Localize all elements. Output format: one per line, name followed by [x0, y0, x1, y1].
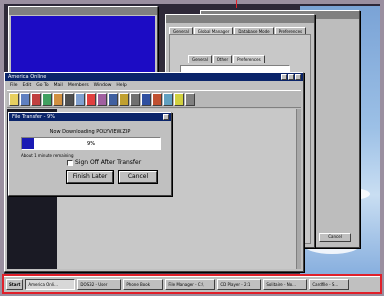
signoff-checkbox[interactable] [67, 159, 73, 166]
preferences-window-titlebar[interactable] [166, 15, 314, 23]
favorites-icon[interactable] [119, 93, 129, 106]
menu-edit[interactable]: Edit [23, 82, 32, 89]
transfer-status: Now Downloading POLYVIEW.ZIP [49, 129, 131, 135]
subtab-preferences[interactable]: Preferences [233, 55, 265, 63]
menu-bar: File Edit Go To Mail Members Window Help [7, 82, 301, 89]
keyword-icon[interactable] [64, 93, 74, 106]
taskbar: Start America Onli... DOS32 - User Phone… [2, 274, 382, 294]
minimize-button[interactable] [281, 74, 287, 80]
time-remaining: About 1 minute remaining [21, 153, 74, 158]
maximize-button[interactable] [288, 74, 294, 80]
taskbar-item[interactable]: DOS32 - User [77, 279, 122, 290]
taskbar-item[interactable]: Cardfile - S... [309, 279, 350, 290]
people-icon[interactable] [42, 93, 52, 106]
directory-icon[interactable] [75, 93, 85, 106]
exit-icon[interactable] [185, 93, 195, 106]
transfer-progress-bar: 9% [21, 137, 161, 150]
chat-icon[interactable] [53, 93, 63, 106]
menu-goto[interactable]: Go To [36, 82, 48, 89]
close-button[interactable] [163, 114, 169, 120]
save-icon[interactable] [141, 93, 151, 106]
help-icon[interactable] [174, 93, 184, 106]
finish-later-button[interactable]: Finish Later [67, 171, 113, 183]
toolbar [7, 90, 301, 108]
aol-scrollbar[interactable] [296, 109, 301, 269]
menu-window[interactable]: Window [94, 82, 112, 89]
print-icon[interactable] [130, 93, 140, 106]
progress-percent: 9% [87, 141, 95, 147]
cancel-button[interactable]: Cancel [119, 171, 157, 183]
compose-mail-icon[interactable] [20, 93, 30, 106]
preferences-subtabs: General Other Preferences [188, 55, 265, 63]
annotation-marker [236, 0, 237, 8]
file-transfer-dialog: File Transfer - 9% Now Downloading POLYV… [8, 112, 172, 196]
taskbar-item[interactable]: File Manager - C:\ [165, 279, 216, 290]
menu-help[interactable]: Help [116, 82, 126, 89]
subtab-other[interactable]: Other [212, 55, 233, 63]
signoff-label: Sign Off After Transfer [75, 159, 142, 166]
taskbar-item[interactable]: America Onli... [25, 279, 76, 290]
search-icon[interactable] [97, 93, 107, 106]
start-button[interactable]: Start [6, 279, 24, 290]
cancel-button[interactable]: Cancel [319, 233, 351, 242]
aol-window-title[interactable]: America Online [5, 73, 303, 81]
chat-window-title[interactable] [9, 7, 157, 15]
menu-mail[interactable]: Mail [54, 82, 63, 89]
subtab-general[interactable]: General [188, 55, 212, 63]
read-mail-icon[interactable] [9, 93, 19, 106]
signoff-option[interactable]: Sign Off After Transfer [67, 159, 141, 166]
menu-members[interactable]: Members [68, 82, 89, 89]
news-icon[interactable] [86, 93, 96, 106]
taskbar-item[interactable]: Solitaire - No... [263, 279, 308, 290]
file-transfer-title[interactable]: File Transfer - 9% [9, 113, 171, 121]
taskbar-item[interactable]: Phone Book [123, 279, 164, 290]
menu-file[interactable]: File [10, 82, 18, 89]
main-menu-icon[interactable] [31, 93, 41, 106]
dial-icon[interactable] [152, 93, 162, 106]
close-button[interactable] [295, 74, 301, 80]
clock-icon[interactable] [163, 93, 173, 106]
taskbar-item[interactable]: CD Player - 2:1 [217, 279, 262, 290]
stocks-icon[interactable] [108, 93, 118, 106]
